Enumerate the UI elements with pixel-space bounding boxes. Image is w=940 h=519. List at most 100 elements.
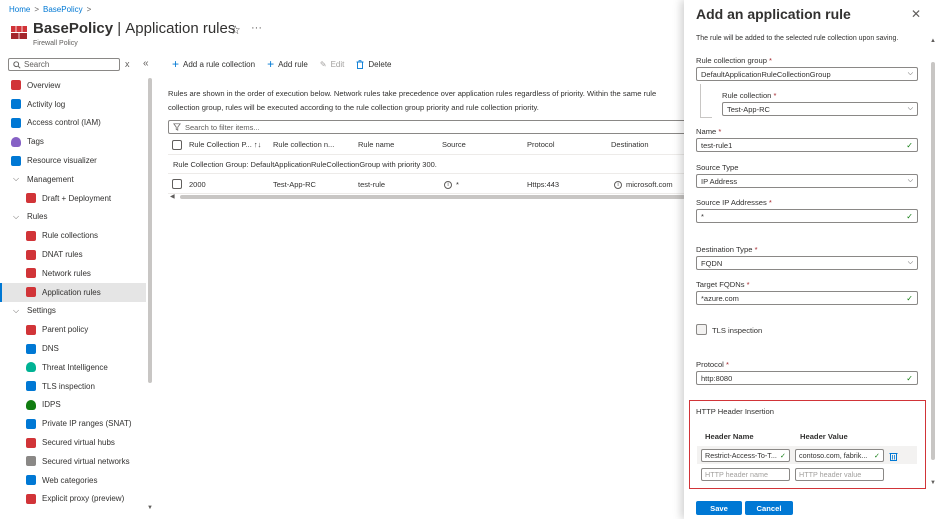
sidebar-item-management[interactable]: ⌵ Management <box>0 170 146 189</box>
cell-destination: i microsoft.com <box>614 180 673 189</box>
dropdown-value: FQDN <box>701 258 723 268</box>
cell-rule-name[interactable]: test-rule <box>358 180 385 189</box>
sidebar-item-access-control-iam[interactable]: Access control (IAM) <box>0 114 146 133</box>
sidebar-item-threat-intelligence[interactable]: Threat Intelligence <box>0 358 146 377</box>
sidebar-item-label: Activity log <box>27 99 66 109</box>
header-name-input[interactable]: Restrict-Access-To-T... ✓ <box>701 449 790 462</box>
source-type-dropdown[interactable]: IP Address ⌵ <box>696 174 918 188</box>
save-button[interactable]: Save <box>696 501 742 515</box>
sidebar-item-tags[interactable]: Tags <box>0 132 146 151</box>
column-header-destination[interactable]: Destination <box>611 140 649 149</box>
delete-header-icon[interactable] <box>889 451 898 461</box>
panel-scroll-down-icon[interactable]: ▼ <box>930 480 936 486</box>
chevron-down-icon: ⌵ <box>907 70 913 77</box>
sidebar-item-rules[interactable]: ⌵ Rules <box>0 208 146 227</box>
sidebar-item-activity-log[interactable]: Activity log <box>0 95 146 114</box>
sidebar-item-secured-virtual-hubs[interactable]: Secured virtual hubs <box>0 433 146 452</box>
sidebar-item-label: Threat Intelligence <box>42 362 108 372</box>
row-checkbox[interactable] <box>172 179 182 189</box>
favorite-star-icon[interactable]: ☆ <box>230 23 241 37</box>
rule-collection-group-label: Rule collection group * <box>696 56 772 65</box>
sidebar-item-parent-policy[interactable]: Parent policy <box>0 320 146 339</box>
collapse-sidebar-icon[interactable]: « <box>143 58 149 69</box>
rule-collection-dropdown[interactable]: Test-App-RC ⌵ <box>722 102 918 116</box>
filter-placeholder: Search to filter items... <box>185 122 260 132</box>
close-icon[interactable]: ✕ <box>911 7 921 21</box>
sidebar-item-secured-virtual-networks[interactable]: Secured virtual networks <box>0 452 146 471</box>
activity-log-icon <box>11 99 21 110</box>
panel-scrollbar[interactable] <box>931 62 935 460</box>
sidebar-item-resource-visualizer[interactable]: Resource visualizer <box>0 151 146 170</box>
name-input[interactable]: test-rule1 ✓ <box>696 138 918 152</box>
source-ip-input[interactable]: * ✓ <box>696 209 918 223</box>
sidebar-item-dns[interactable]: DNS <box>0 339 146 358</box>
protocol-input[interactable]: http:8080 ✓ <box>696 371 918 385</box>
header-value-input[interactable]: contoso.com, fabrik... ✓ <box>795 449 884 462</box>
sidebar-item-application-rules[interactable]: Application rules <box>0 282 146 302</box>
sidebar-item-rule-collections[interactable]: Rule collections <box>0 226 146 245</box>
sidebar-item-label: Rules <box>27 212 48 222</box>
sidebar-item-dnat-rules[interactable]: DNAT rules <box>0 245 146 264</box>
sidebar-item-settings[interactable]: ⌵ Settings <box>0 302 146 321</box>
column-header-rule-name[interactable]: Rule name <box>358 140 394 149</box>
new-header-value-input[interactable]: HTTP header value <box>795 468 884 481</box>
more-options-icon[interactable]: ··· <box>251 22 262 34</box>
checkmark-icon: ✓ <box>906 140 913 150</box>
new-header-name-input[interactable]: HTTP header name <box>701 468 790 481</box>
sidebar-item-label: Rule collections <box>42 231 99 241</box>
clear-search-icon[interactable]: x <box>125 59 130 69</box>
sidebar-item-label: Network rules <box>42 268 91 278</box>
column-header-protocol[interactable]: Protocol <box>527 140 555 149</box>
column-header-collection[interactable]: Rule collection n... <box>273 140 334 149</box>
chevron-down-icon: ⌵ <box>12 174 20 184</box>
info-icon[interactable]: i <box>614 180 622 189</box>
breadcrumb-policy-link[interactable]: BasePolicy <box>43 5 83 14</box>
tls-inspection-checkbox[interactable] <box>696 324 707 335</box>
breadcrumb-home-link[interactable]: Home <box>9 5 30 14</box>
parent-policy-icon <box>26 324 36 335</box>
rule-collection-group-dropdown[interactable]: DefaultApplicationRuleCollectionGroup ⌵ <box>696 67 918 81</box>
command-bar: + Add a rule collection + Add rule ✎ Edit D… <box>172 58 392 70</box>
sidebar-item-idps[interactable]: IDPS <box>0 396 146 415</box>
cancel-button[interactable]: Cancel <box>745 501 793 515</box>
select-all-checkbox[interactable] <box>172 140 182 150</box>
label-text: Name <box>696 127 717 136</box>
filter-input[interactable]: Search to filter items... <box>168 120 688 134</box>
sort-icon: ↑↓ <box>253 140 262 149</box>
sidebar-item-label: Web categories <box>42 475 98 485</box>
cell-source: i * <box>444 180 459 189</box>
page-title: BasePolicy | Application rules <box>33 20 235 37</box>
panel-note: The rule will be added to the selected r… <box>696 35 899 42</box>
scroll-down-icon[interactable]: ▼ <box>147 505 153 511</box>
scroll-left-icon[interactable]: ◀ <box>170 193 175 200</box>
sidebar-item-explicit-proxy-preview[interactable]: Explicit proxy (preview) <box>0 490 146 509</box>
checkmark-icon: ✓ <box>906 293 913 303</box>
panel-scroll-up-icon[interactable]: ▲ <box>930 38 936 44</box>
edit-button[interactable]: ✎ Edit <box>320 60 345 69</box>
info-icon[interactable]: i <box>444 180 452 189</box>
sidebar-search-input[interactable]: Search <box>8 58 120 71</box>
protocol-label: Protocol * <box>696 360 729 369</box>
destination-type-dropdown[interactable]: FQDN ⌵ <box>696 256 918 270</box>
sidebar-item-draft-deployment[interactable]: Draft + Deployment <box>0 189 146 208</box>
sidebar-item-label: Draft + Deployment <box>42 193 112 203</box>
sidebar-item-overview[interactable]: Overview <box>0 76 146 95</box>
add-rule-collection-button[interactable]: + Add a rule collection <box>172 58 255 70</box>
add-rule-button[interactable]: + Add rule <box>267 58 308 70</box>
sidebar-item-tls-inspection[interactable]: TLS inspection <box>0 377 146 396</box>
sidebar-search-placeholder: Search <box>24 60 50 69</box>
web-icon <box>26 475 36 486</box>
column-header-priority[interactable]: Rule Collection P... ↑↓ <box>189 140 261 149</box>
column-header-source[interactable]: Source <box>442 140 466 149</box>
cell-collection: Test-App-RC <box>273 180 316 189</box>
table-horizontal-scrollbar[interactable] <box>180 195 685 199</box>
sidebar-scrollbar[interactable] <box>148 78 152 383</box>
sidebar-item-network-rules[interactable]: Network rules <box>0 264 146 283</box>
sidebar-item-private-ip-ranges-snat[interactable]: Private IP ranges (SNAT) <box>0 414 146 433</box>
chevron-down-icon: ⌵ <box>907 259 913 266</box>
rule-collection-label: Rule collection * <box>722 91 776 100</box>
target-fqdns-input[interactable]: *azure.com ✓ <box>696 291 918 305</box>
dropdown-value: Test-App-RC <box>727 104 770 114</box>
sidebar-item-web-categories[interactable]: Web categories <box>0 471 146 490</box>
delete-button[interactable]: Delete <box>356 60 392 69</box>
